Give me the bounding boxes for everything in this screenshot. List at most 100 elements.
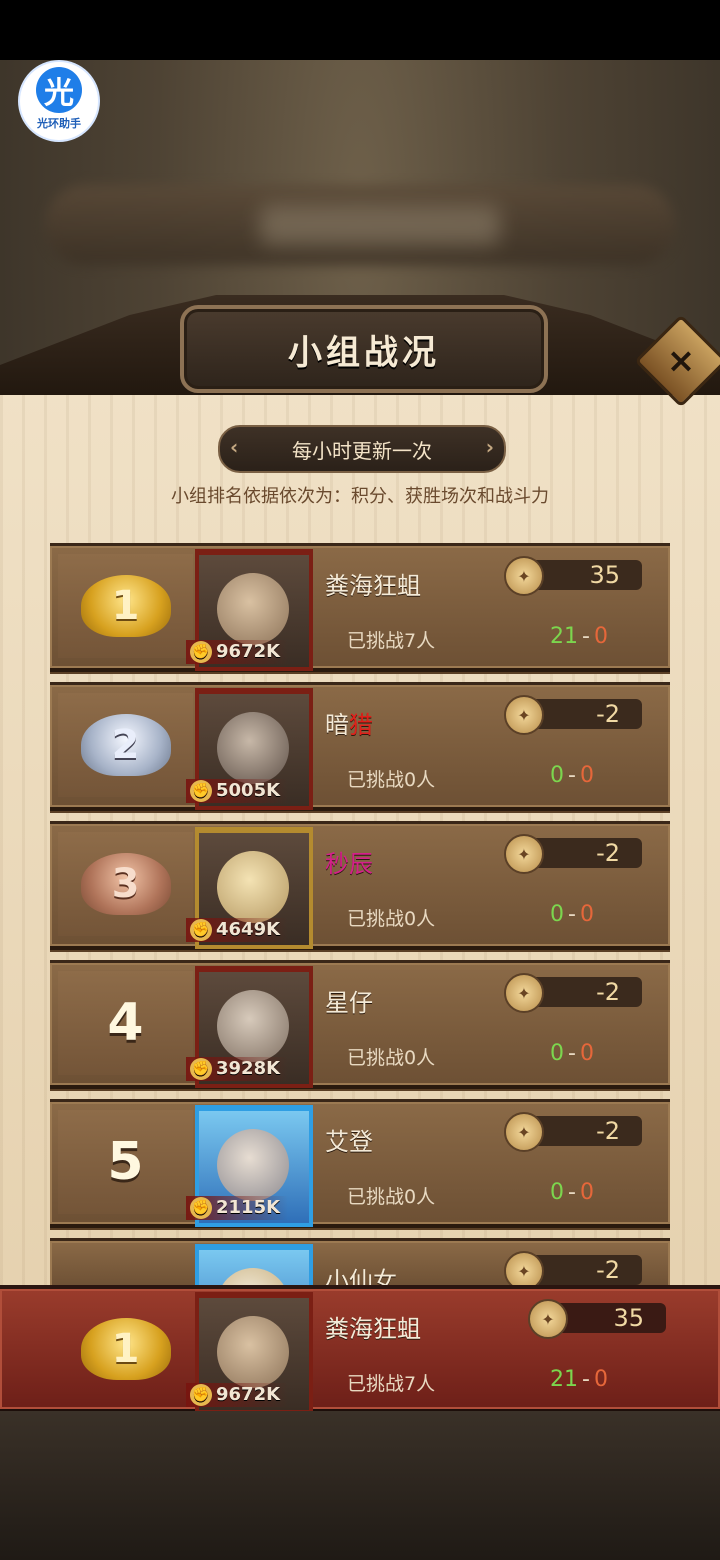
combat-power: ✊ 4649K (186, 918, 289, 942)
silver-medal-icon: 2 (80, 714, 171, 776)
win-loss-separator: - (568, 902, 576, 927)
win-loss-record: 0-0 (550, 1180, 594, 1205)
challenged-count: 已挑战7人 (347, 630, 436, 652)
update-frequency-pill: ‹ 每小时更新一次 › (218, 425, 506, 473)
losses: 0 (579, 763, 594, 788)
losses: 0 (593, 624, 608, 649)
win-loss-record: 0-0 (550, 1041, 594, 1066)
player-name: 星仔 (325, 989, 373, 1017)
score-emblem-icon: ✦ (528, 1299, 568, 1339)
win-loss-separator: - (568, 763, 576, 788)
losses: 0 (579, 902, 594, 927)
status-bar (0, 0, 720, 60)
bronze-medal-icon: 3 (80, 853, 171, 915)
avatar-portrait (217, 573, 289, 645)
rank-cell: 1 (58, 1297, 193, 1401)
rank-cell: 1 (58, 554, 193, 658)
ranking-row[interactable]: 3 ✊ 4649K 秒辰 -2 ✦ 已挑战0人 0-0 (50, 821, 670, 950)
wins: 21 (550, 1367, 578, 1392)
win-loss-separator: - (582, 624, 590, 649)
win-loss-separator: - (582, 1367, 590, 1392)
score-emblem-icon: ✦ (504, 973, 544, 1013)
rank-number: 4 (107, 993, 144, 1053)
wins: 0 (550, 902, 564, 927)
player-name-part-red: 猎 (349, 711, 373, 739)
wins: 0 (550, 763, 564, 788)
helper-name: 光环助手 (37, 117, 81, 130)
avatar-portrait (217, 990, 289, 1062)
fist-icon: ✊ (190, 1058, 212, 1080)
blurred-banner-text (260, 205, 500, 245)
challenged-count: 已挑战7人 (347, 1373, 436, 1395)
combat-power: ✊ 5005K (186, 779, 289, 803)
fist-icon: ✊ (190, 919, 212, 941)
win-loss-record: 0-0 (550, 902, 594, 927)
challenged-count: 已挑战0人 (347, 1047, 436, 1069)
win-loss-record: 21-0 (550, 1367, 608, 1392)
ranking-rule-text: 小组排名依据依次为：积分、获胜场次和战斗力 (171, 486, 549, 507)
combat-power-value: 4649K (216, 919, 281, 940)
fist-icon: ✊ (190, 1197, 212, 1219)
combat-power: ✊ 9672K (186, 640, 289, 664)
score-emblem-icon: ✦ (504, 556, 544, 596)
combat-power: ✊ 2115K (186, 1196, 289, 1220)
panel-title: 小组战况 (288, 332, 440, 373)
avatar-portrait (217, 851, 289, 923)
losses: 0 (579, 1041, 594, 1066)
combat-power: ✊ 9672K (186, 1383, 289, 1407)
challenged-count: 已挑战0人 (347, 908, 436, 930)
losses: 0 (579, 1180, 594, 1205)
my-ranking-row[interactable]: 1 ✊ 9672K 粪海狂蛆 35 ✦ 已挑战7人 21-0 (0, 1285, 720, 1415)
rank-number: 5 (107, 1132, 144, 1192)
player-name: 秒辰 (325, 850, 373, 878)
fist-icon: ✊ (190, 1384, 212, 1406)
avatar-portrait (217, 1316, 289, 1388)
score-emblem-icon: ✦ (504, 834, 544, 874)
challenged-count: 已挑战0人 (347, 1186, 436, 1208)
wins: 0 (550, 1180, 564, 1205)
ranking-row[interactable]: 小仙女 -2 ✦ (50, 1238, 670, 1292)
win-loss-record: 21-0 (550, 624, 608, 649)
fist-icon: ✊ (190, 780, 212, 802)
ranking-row[interactable]: 5 ✊ 2115K 艾登 -2 ✦ 已挑战0人 0-0 (50, 1099, 670, 1228)
win-loss-record: 0-0 (550, 763, 594, 788)
ranking-row[interactable]: 1 ✊ 9672K 粪海狂蛆 35 ✦ 已挑战7人 21-0 (50, 543, 670, 672)
win-loss-separator: - (568, 1180, 576, 1205)
losses: 0 (593, 1367, 608, 1392)
avatar-portrait (217, 1129, 289, 1201)
player-name: 粪海狂蛆 (325, 1315, 421, 1343)
combat-power-value: 9672K (216, 641, 281, 662)
combat-power: ✊ 3928K (186, 1057, 289, 1081)
chevron-left-icon: ‹ (230, 435, 239, 459)
gold-medal-icon: 1 (80, 1318, 171, 1380)
ranking-row[interactable]: 4 ✊ 3928K 星仔 -2 ✦ 已挑战0人 0-0 (50, 960, 670, 1089)
player-name: 粪海狂蛆 (325, 572, 421, 600)
wins: 21 (550, 624, 578, 649)
challenged-count: 已挑战0人 (347, 769, 436, 791)
update-frequency-label: 每小时更新一次 (292, 438, 432, 463)
wins: 0 (550, 1041, 564, 1066)
header-plate: 小组战况 (180, 305, 548, 393)
helper-logo-icon: 光 (36, 67, 82, 113)
combat-power-value: 2115K (216, 1197, 281, 1218)
rank-cell: 4 (58, 971, 193, 1075)
close-icon: × (666, 341, 696, 381)
player-name: 暗猎 (325, 705, 373, 740)
player-name: 艾登 (325, 1128, 373, 1156)
combat-power-value: 5005K (216, 780, 281, 801)
bottom-background (0, 1411, 720, 1560)
ranking-row[interactable]: 2 ✊ 5005K 暗猎 -2 ✦ 已挑战0人 0-0 (50, 682, 670, 811)
fist-icon: ✊ (190, 641, 212, 663)
rank-cell: 5 (58, 1110, 193, 1214)
combat-power-value: 3928K (216, 1058, 281, 1079)
rank-cell: 3 (58, 832, 193, 936)
combat-power-value: 9672K (216, 1384, 281, 1405)
score-emblem-icon: ✦ (504, 1112, 544, 1152)
chevron-right-icon: › (485, 435, 494, 459)
rank-cell: 2 (58, 693, 193, 797)
player-name-part: 暗 (325, 711, 349, 739)
win-loss-separator: - (568, 1041, 576, 1066)
gold-medal-icon: 1 (80, 575, 171, 637)
score-emblem-icon: ✦ (504, 695, 544, 735)
helper-app-badge[interactable]: 光 光环助手 (20, 62, 98, 140)
